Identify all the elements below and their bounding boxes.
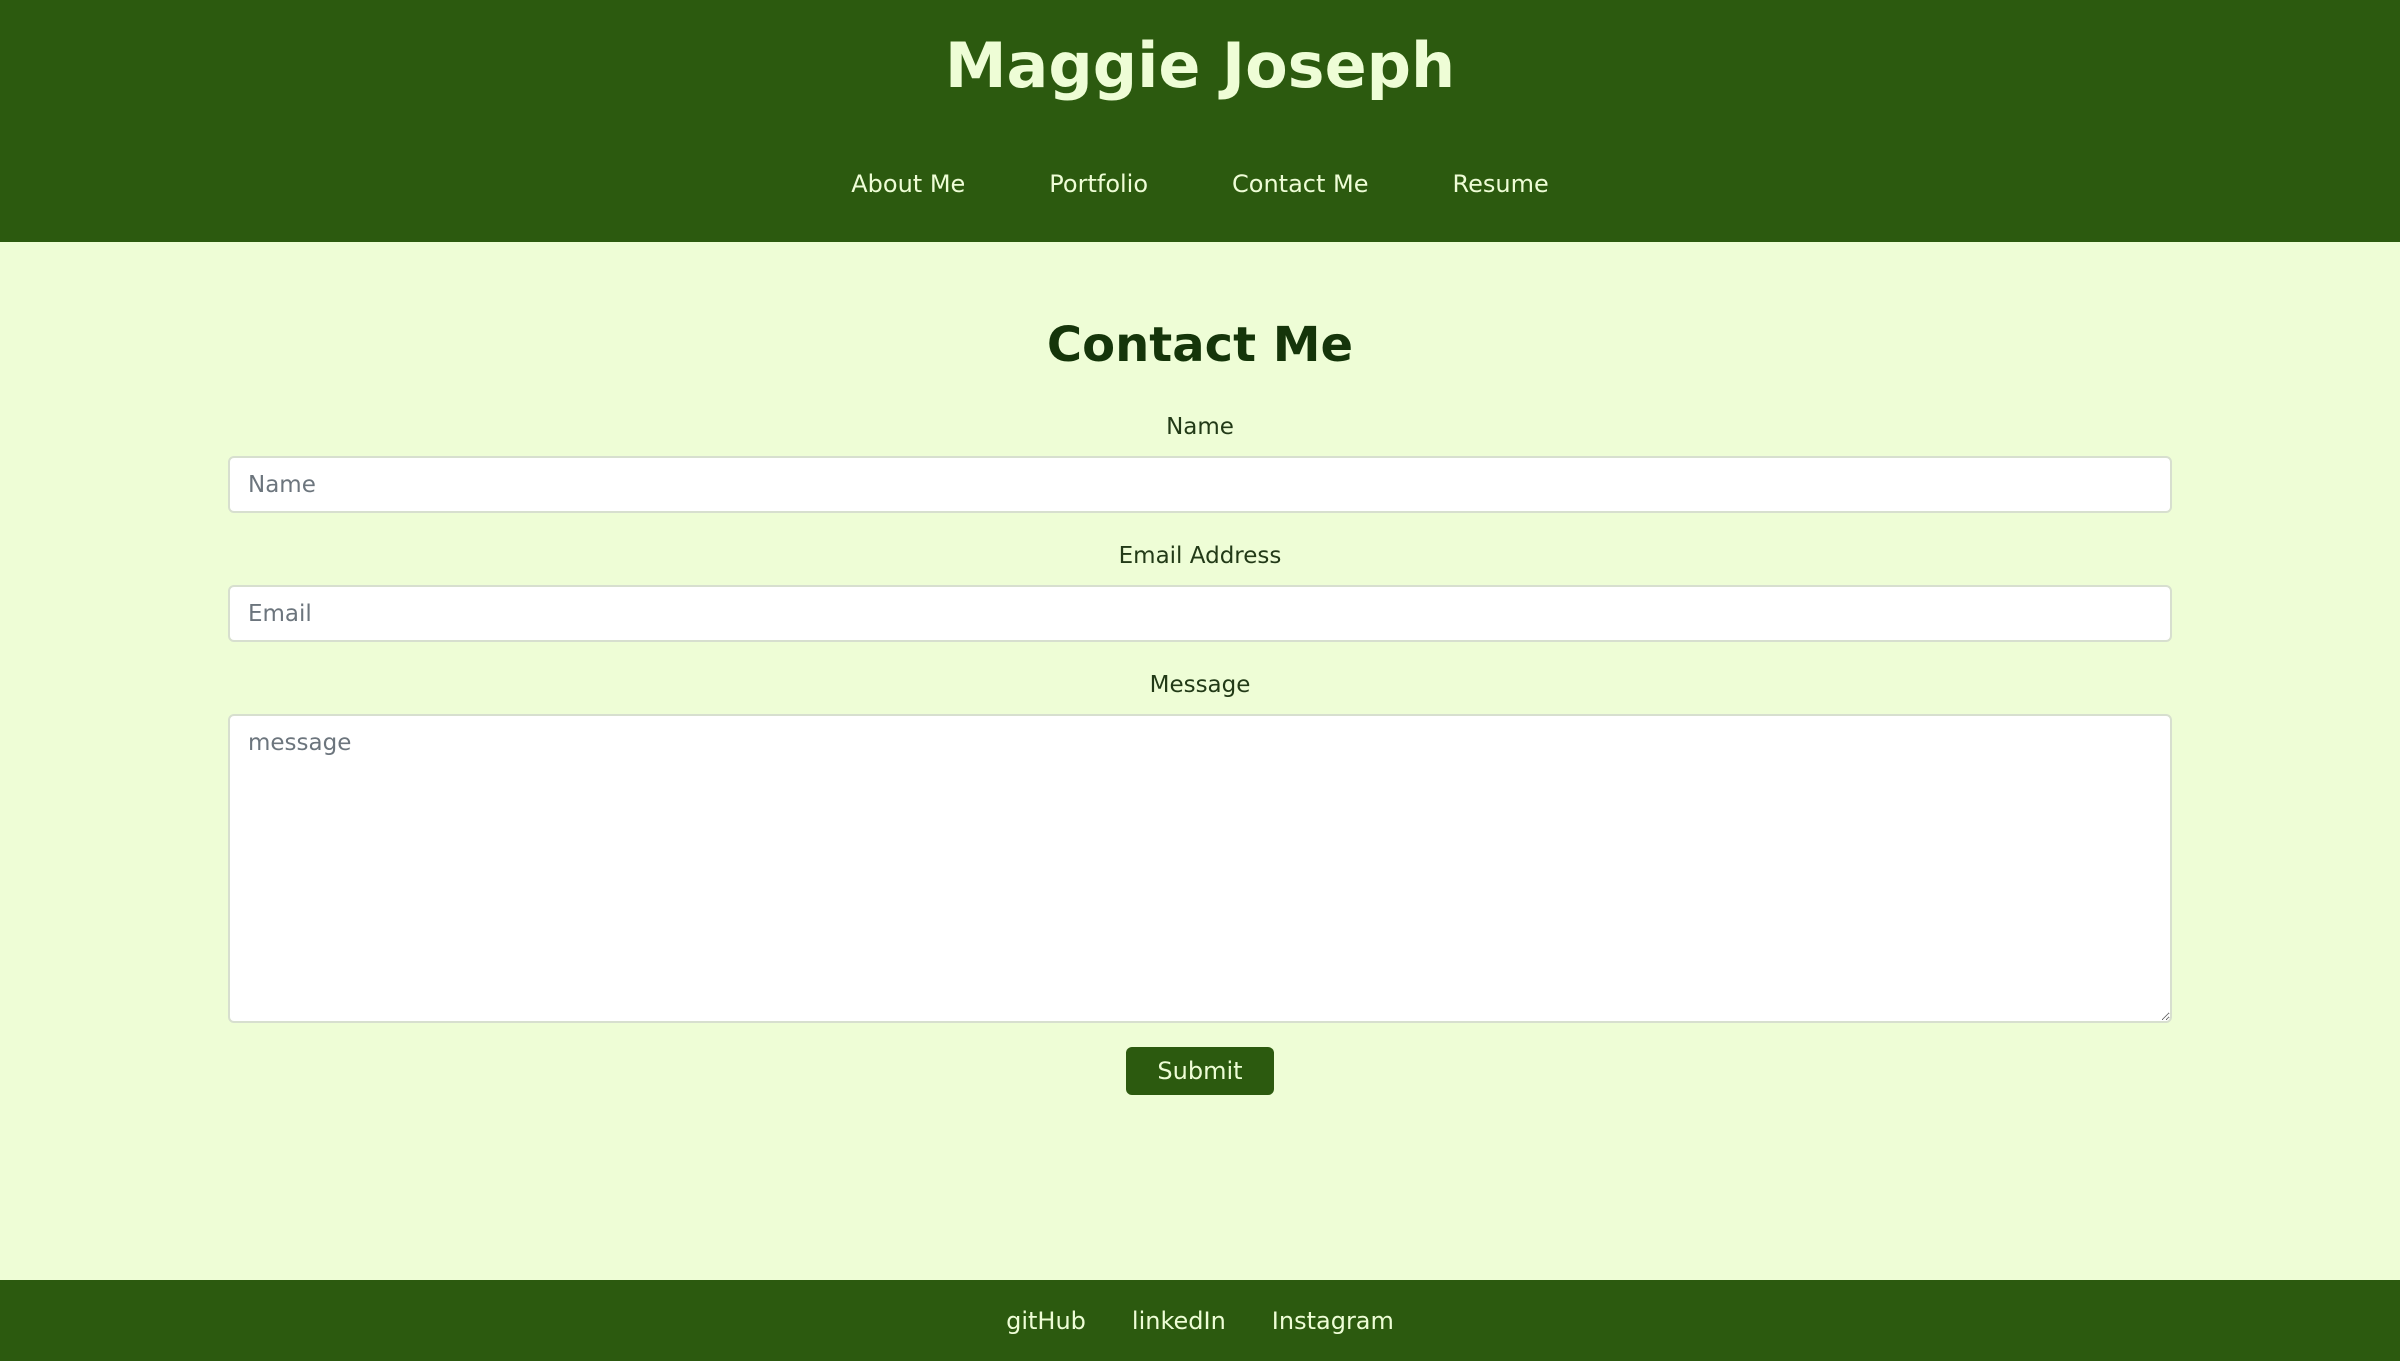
- name-input[interactable]: [228, 456, 2172, 513]
- footer-link-linkedin[interactable]: linkedIn: [1132, 1301, 1226, 1341]
- email-label: Email Address: [1118, 543, 1282, 569]
- nav-link-portfolio[interactable]: Portfolio: [1049, 162, 1148, 206]
- site-title: Maggie Joseph: [944, 29, 1456, 102]
- message-textarea[interactable]: [228, 714, 2172, 1023]
- email-input[interactable]: [228, 585, 2172, 642]
- footer-link-github[interactable]: gitHub: [1006, 1301, 1086, 1341]
- footer-link-instagram[interactable]: Instagram: [1272, 1301, 1394, 1341]
- nav-link-resume[interactable]: Resume: [1453, 162, 1549, 206]
- nav-link-contact-me[interactable]: Contact Me: [1232, 162, 1368, 206]
- section-title: Contact Me: [1046, 317, 1354, 373]
- message-label: Message: [1149, 672, 1251, 698]
- name-label: Name: [1166, 414, 1234, 440]
- site-footer: gitHub linkedIn Instagram: [0, 1280, 2400, 1361]
- submit-button[interactable]: Submit: [1126, 1047, 1274, 1095]
- main-nav: About Me Portfolio Contact Me Resume: [0, 162, 2400, 206]
- site-header: Maggie Joseph About Me Portfolio Contact…: [0, 0, 2400, 242]
- nav-link-about-me[interactable]: About Me: [851, 162, 965, 206]
